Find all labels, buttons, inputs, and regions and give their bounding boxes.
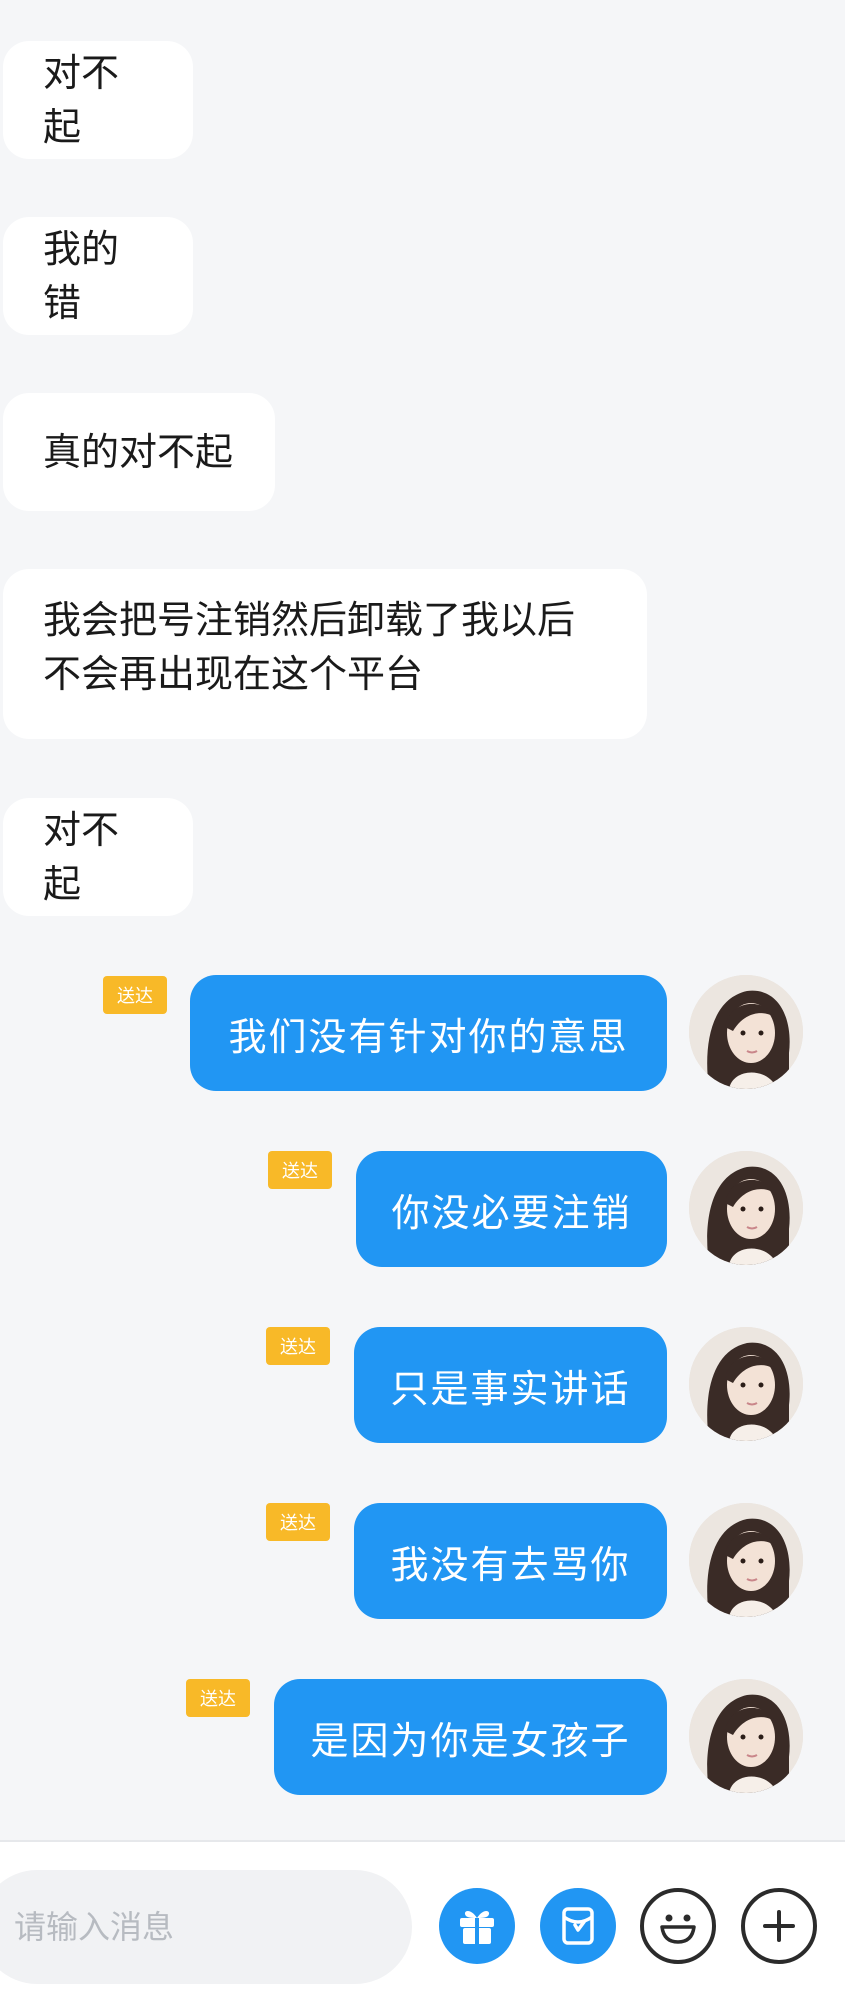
message-text: 我会把号注销然后卸载了我以后不会再出现在这个平台 (43, 598, 576, 696)
emoji-button[interactable] (640, 1888, 716, 1964)
message-text: 只是事实讲话 (390, 1366, 631, 1411)
outgoing-message[interactable]: 是因为你是女孩子 (274, 1679, 667, 1795)
red-packet-button[interactable] (540, 1888, 616, 1964)
message-text: 我们没有针对你的意思 (228, 1014, 629, 1059)
add-icon (763, 1910, 795, 1942)
gift-button[interactable] (439, 1888, 515, 1964)
avatar-image (689, 1679, 803, 1793)
message-text: 我的错 (43, 227, 120, 325)
message-text: 你没必要注销 (391, 1190, 632, 1235)
delivered-badge: 送达 (268, 1151, 332, 1189)
message-input[interactable] (0, 1870, 412, 1984)
avatar-image (689, 975, 803, 1089)
add-button[interactable] (741, 1888, 817, 1964)
message-text: 对不起 (43, 808, 120, 906)
message-text: 对不起 (43, 51, 120, 149)
avatar-image (689, 1503, 803, 1617)
message-composer (0, 1842, 845, 2012)
message-text: 真的对不起 (43, 430, 234, 474)
avatar[interactable] (689, 1503, 803, 1617)
gift-icon (460, 1910, 494, 1944)
delivered-badge: 送达 (266, 1327, 330, 1365)
incoming-message[interactable]: 真的对不起 (3, 393, 275, 511)
outgoing-message[interactable]: 我们没有针对你的意思 (190, 975, 667, 1091)
outgoing-message[interactable]: 你没必要注销 (356, 1151, 667, 1267)
incoming-message[interactable]: 我会把号注销然后卸载了我以后不会再出现在这个平台 (3, 569, 647, 739)
delivered-badge: 送达 (266, 1503, 330, 1541)
avatar[interactable] (689, 1327, 803, 1441)
message-text: 我没有去骂你 (390, 1542, 631, 1587)
message-text: 是因为你是女孩子 (310, 1718, 631, 1763)
avatar[interactable] (689, 975, 803, 1089)
avatar-image (689, 1151, 803, 1265)
avatar[interactable] (689, 1679, 803, 1793)
incoming-message[interactable]: 对不起 (3, 798, 193, 916)
red-packet-icon (562, 1907, 594, 1945)
emoji-icon (660, 1914, 696, 1944)
chat-message-list[interactable]: 对不起 我的错 真的对不起 我会把号注销然后卸载了我以后不会再出现在这个平台 对… (0, 0, 845, 1840)
avatar[interactable] (689, 1151, 803, 1265)
delivered-badge: 送达 (186, 1679, 250, 1717)
incoming-message[interactable]: 我的错 (3, 217, 193, 335)
delivered-badge: 送达 (103, 976, 167, 1014)
incoming-message[interactable]: 对不起 (3, 41, 193, 159)
outgoing-message[interactable]: 只是事实讲话 (354, 1327, 667, 1443)
avatar-image (689, 1327, 803, 1441)
outgoing-message[interactable]: 我没有去骂你 (354, 1503, 667, 1619)
